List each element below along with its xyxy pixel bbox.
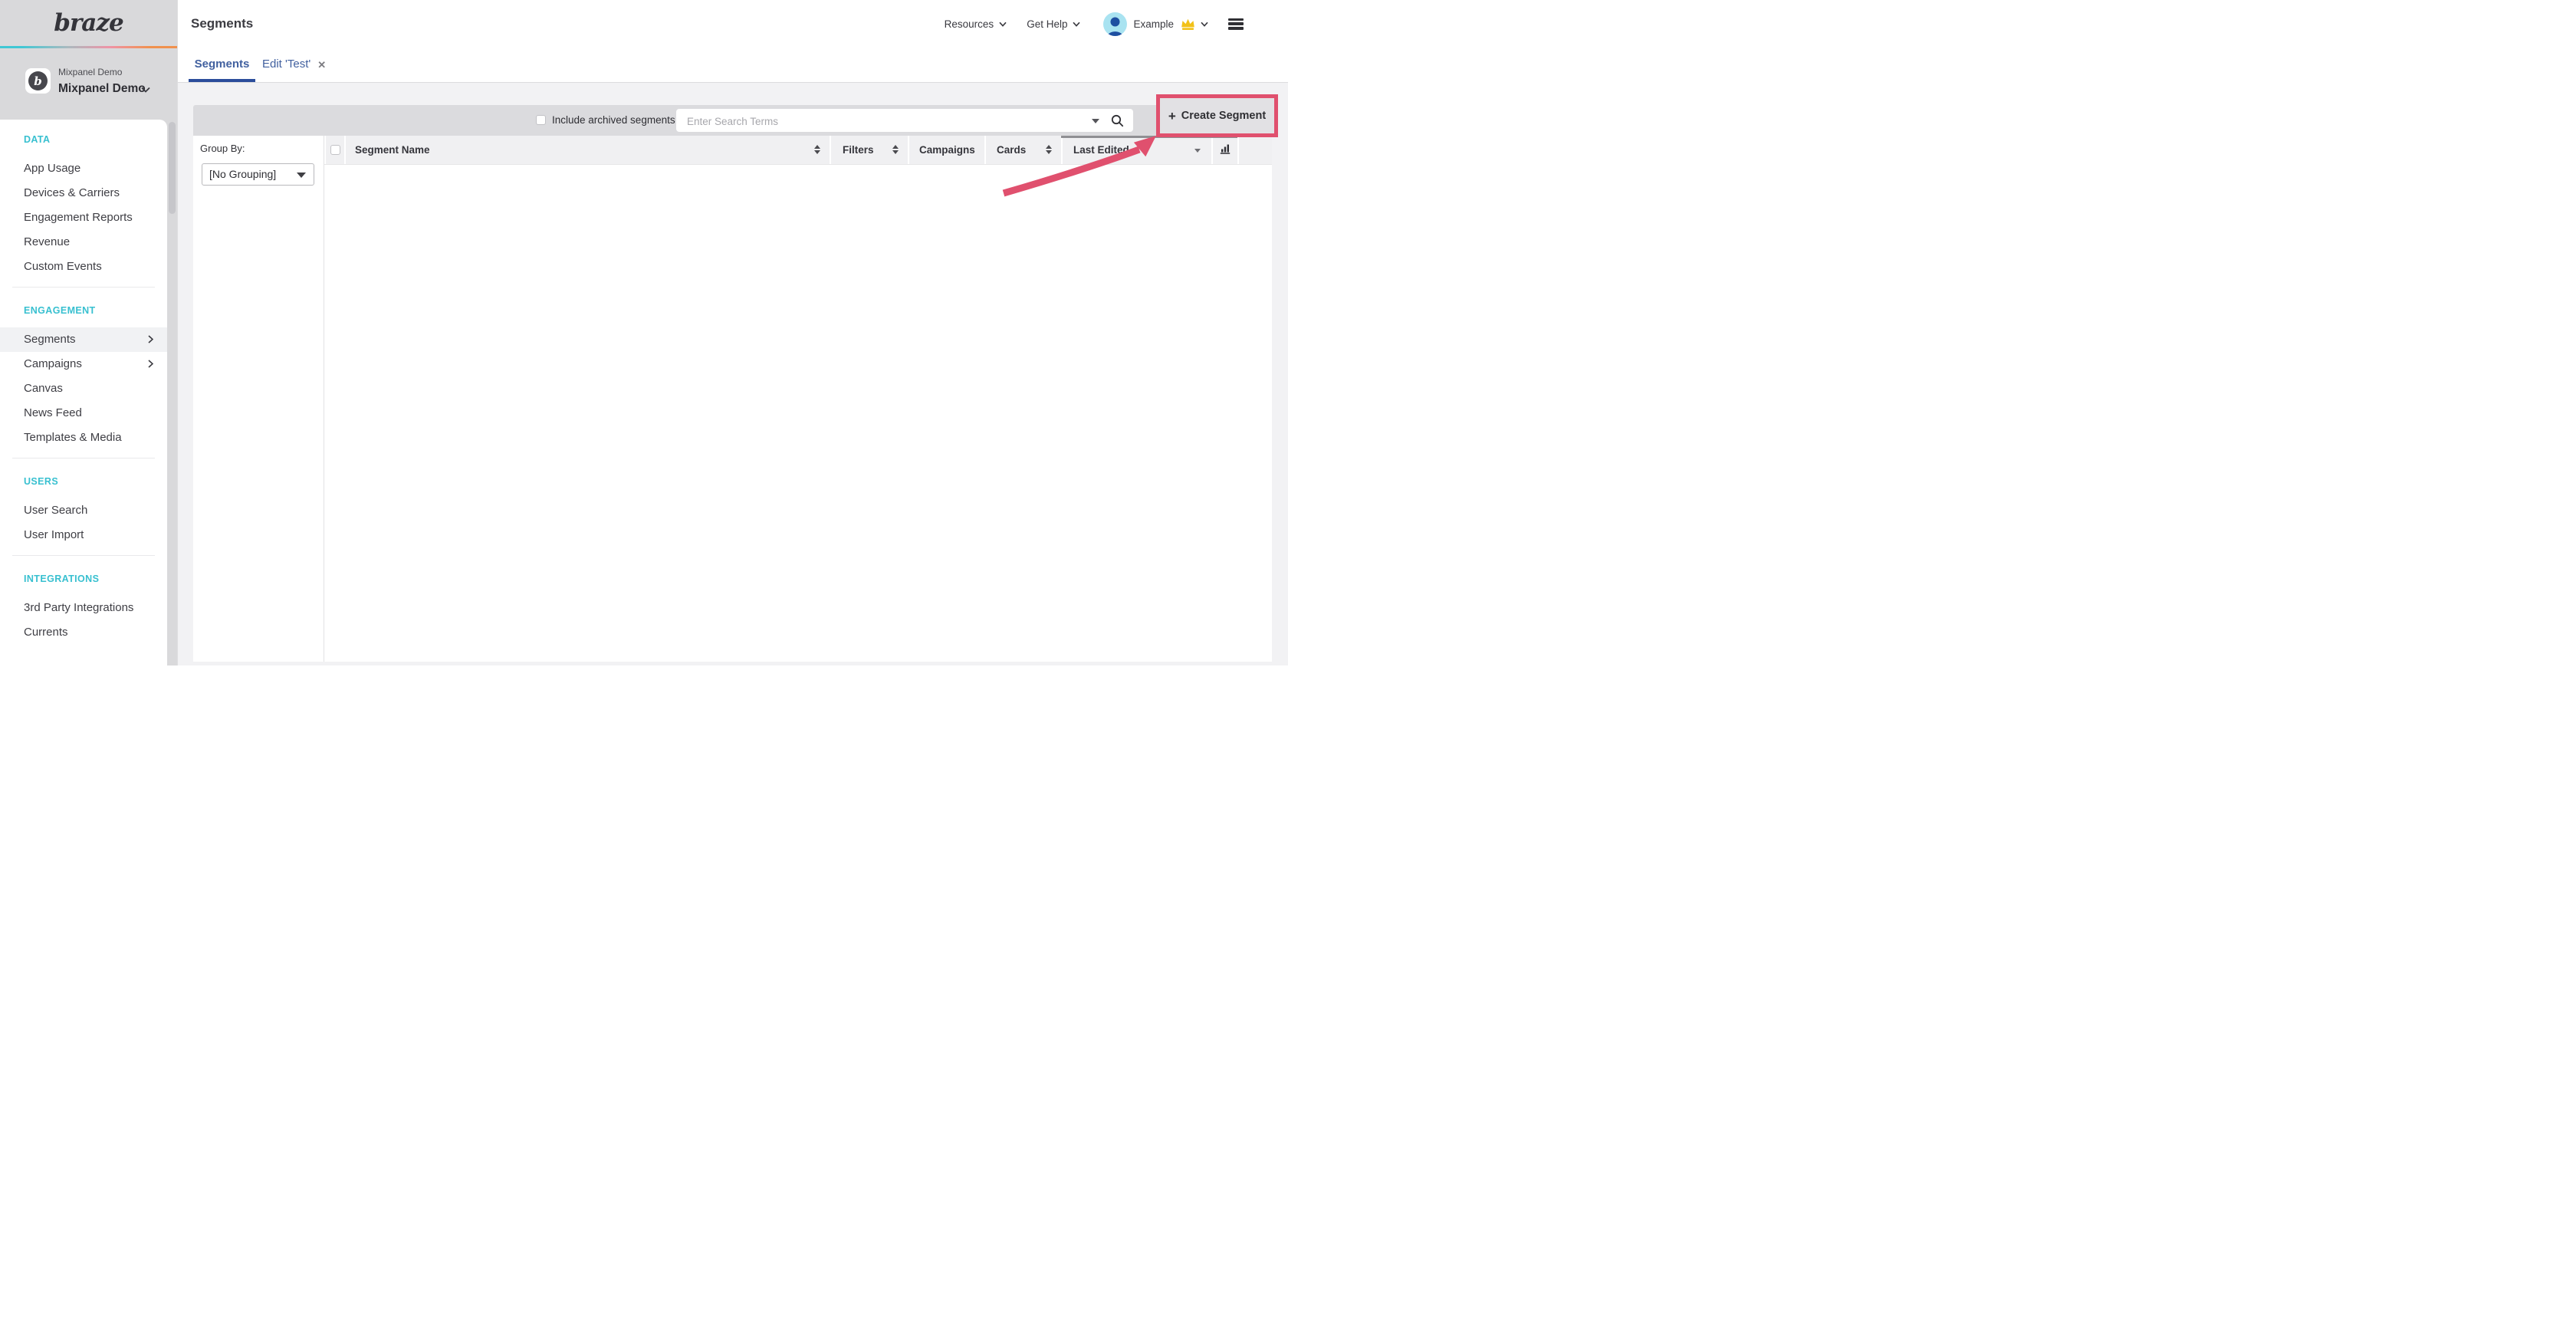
sort-desc-icon[interactable] xyxy=(1194,149,1201,153)
column-label: Campaigns xyxy=(919,144,975,156)
get-help-menu[interactable]: Get Help xyxy=(1027,18,1080,30)
sidebar-item-app-usage[interactable]: App Usage xyxy=(0,156,167,181)
sidebar-item-3rd-party-integrations[interactable]: 3rd Party Integrations xyxy=(0,596,167,620)
sidebar-scrollbar-thumb[interactable] xyxy=(169,122,176,214)
sidebar-item-news-feed[interactable]: News Feed xyxy=(0,401,167,426)
segment-search-box xyxy=(676,109,1133,132)
sort-icon[interactable] xyxy=(814,145,820,154)
group-by-label: Group By: xyxy=(200,143,245,154)
include-archived-checkbox[interactable] xyxy=(536,115,546,125)
sidebar-item-templates-media[interactable]: Templates & Media xyxy=(0,426,167,450)
group-by-panel: Group By: [No Grouping] xyxy=(193,136,324,662)
group-by-value: [No Grouping] xyxy=(209,164,276,185)
braze-dashboard: braze b Mixpanel Demo Mixpanel Demo DATA… xyxy=(0,0,1288,666)
section-title-engagement: ENGAGEMENT xyxy=(0,303,167,318)
chevron-right-icon xyxy=(148,360,153,368)
sidebar-item-label: Segments xyxy=(24,333,76,346)
main-content: Segments Resources Get Help xyxy=(177,0,1288,666)
section-title-integrations: INTEGRATIONS xyxy=(0,571,167,587)
avatar[interactable] xyxy=(1103,12,1127,36)
column-header-cards[interactable]: Cards xyxy=(984,136,1061,164)
tab-segments[interactable]: Segments xyxy=(189,48,255,81)
column-header-filters[interactable]: Filters xyxy=(830,136,908,164)
chevron-right-icon xyxy=(148,335,153,343)
tabs-bar: Segments Edit 'Test' ✕ xyxy=(178,48,1288,83)
sidebar-item-segments[interactable]: Segments xyxy=(0,327,167,352)
sidebar: braze b Mixpanel Demo Mixpanel Demo DATA… xyxy=(0,0,177,666)
sidebar-item-campaigns[interactable]: Campaigns xyxy=(0,352,167,376)
sort-icon[interactable] xyxy=(1046,145,1052,154)
tab-label: Segments xyxy=(195,58,250,71)
sidebar-item-user-search[interactable]: User Search xyxy=(0,498,167,523)
segments-table-body xyxy=(324,165,1272,662)
column-label: Segment Name xyxy=(355,144,430,156)
sidebar-item-label: Campaigns xyxy=(24,357,82,370)
dropdown-caret-icon xyxy=(297,173,306,178)
sidebar-item-currents[interactable]: Currents xyxy=(0,620,167,645)
sidebar-item-custom-events[interactable]: Custom Events xyxy=(0,255,167,279)
top-bar-actions: Resources Get Help Example xyxy=(945,0,1244,48)
column-label: Last Edited xyxy=(1073,144,1129,156)
bar-chart-icon xyxy=(1220,143,1230,156)
column-label: Filters xyxy=(843,144,874,156)
tab-edit-test[interactable]: Edit 'Test' ✕ xyxy=(259,48,329,81)
create-segment-button[interactable]: + Create Segment xyxy=(1160,98,1274,133)
close-icon[interactable]: ✕ xyxy=(317,60,326,70)
active-tab-underline xyxy=(189,79,255,82)
chevron-down-icon[interactable] xyxy=(141,87,150,93)
workspace-selector[interactable]: b Mixpanel Demo Mixpanel Demo xyxy=(0,48,177,120)
column-label: Cards xyxy=(997,144,1026,156)
sidebar-item-devices-carriers[interactable]: Devices & Carriers xyxy=(0,181,167,205)
column-header-segment-name[interactable]: Segment Name xyxy=(344,136,830,164)
resources-label: Resources xyxy=(945,18,994,30)
create-segment-label: Create Segment xyxy=(1181,110,1266,122)
segments-table-header: Segment Name Filters Campaigns Cards Las… xyxy=(324,136,1272,165)
column-header-analytics[interactable] xyxy=(1211,136,1237,164)
sidebar-nav: DATA App Usage Devices & Carriers Engage… xyxy=(0,120,167,666)
annotation-highlight-box: + Create Segment xyxy=(1156,94,1278,137)
divider xyxy=(12,287,155,288)
tab-label: Edit 'Test' xyxy=(262,48,310,81)
sidebar-item-engagement-reports[interactable]: Engagement Reports xyxy=(0,205,167,230)
page-title: Segments xyxy=(191,0,253,48)
section-title-users: USERS xyxy=(0,474,167,489)
search-dropdown-caret-icon[interactable] xyxy=(1092,119,1099,123)
chevron-down-icon xyxy=(999,21,1007,27)
get-help-label: Get Help xyxy=(1027,18,1067,30)
user-name[interactable]: Example xyxy=(1133,18,1174,30)
section-title-data: DATA xyxy=(0,132,167,147)
resources-menu[interactable]: Resources xyxy=(945,18,1007,30)
column-header-campaigns[interactable]: Campaigns xyxy=(908,136,984,164)
workspace-org-label: Mixpanel Demo xyxy=(58,67,122,77)
chevron-down-icon xyxy=(1073,21,1080,27)
logo-bar: braze xyxy=(0,0,177,46)
workspace-icon: b xyxy=(25,68,51,94)
group-by-select[interactable]: [No Grouping] xyxy=(202,163,314,186)
sidebar-item-user-import[interactable]: User Import xyxy=(0,523,167,547)
search-icon[interactable] xyxy=(1111,114,1124,131)
workspace-icon-letter: b xyxy=(28,71,48,90)
column-header-empty xyxy=(1237,136,1272,164)
sort-icon[interactable] xyxy=(892,145,899,154)
include-archived-label: Include archived segments xyxy=(552,105,675,136)
workspace-name: Mixpanel Demo xyxy=(58,82,146,96)
braze-logo[interactable]: braze xyxy=(54,9,123,37)
plus-icon: + xyxy=(1168,110,1176,123)
top-bar: Segments Resources Get Help xyxy=(178,0,1288,48)
chevron-down-icon[interactable] xyxy=(1201,21,1208,27)
crown-icon xyxy=(1180,17,1196,31)
select-all-checkbox-cell xyxy=(324,136,344,164)
divider xyxy=(12,555,155,556)
sidebar-item-revenue[interactable]: Revenue xyxy=(0,230,167,255)
sidebar-item-canvas[interactable]: Canvas xyxy=(0,376,167,401)
select-all-checkbox[interactable] xyxy=(330,145,340,155)
segments-toolbar: Include archived segments xyxy=(193,105,1272,136)
search-input[interactable] xyxy=(685,109,1056,133)
column-header-last-edited[interactable]: Last Edited xyxy=(1061,136,1211,164)
hamburger-menu-icon[interactable] xyxy=(1228,18,1244,30)
